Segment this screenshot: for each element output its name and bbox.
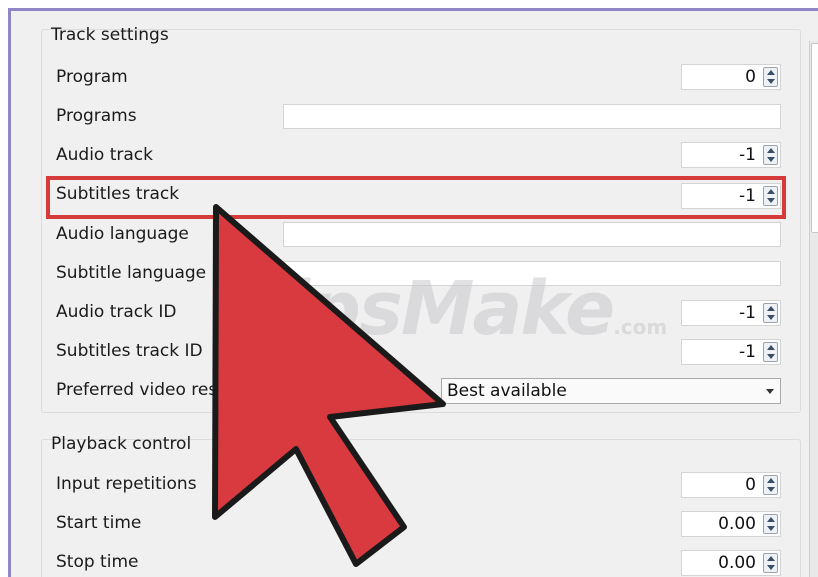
pointer-arrow-icon [212,204,446,567]
settings-panel: Track settings Program 0 Programs Audio … [8,8,818,577]
